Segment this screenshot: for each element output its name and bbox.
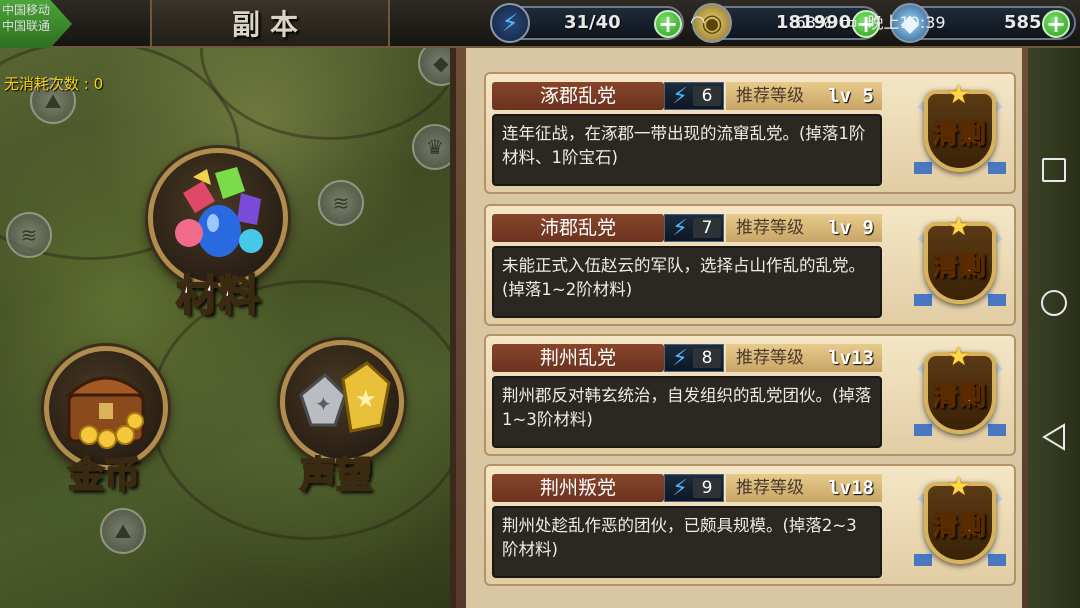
battery-level: 68% bbox=[795, 13, 832, 32]
map-location-marker[interactable]: ⛰ bbox=[100, 508, 146, 554]
lightning-icon: ⚡ bbox=[672, 475, 688, 501]
badges-icon: ✦ ★ bbox=[299, 361, 391, 433]
mission-description: 连年征战，在涿郡一带出现的流窜乱党。(掉落1阶材料、1阶宝石) bbox=[492, 114, 882, 186]
lightning-icon: ⚡ bbox=[672, 215, 688, 241]
sweep-label: 清剿 bbox=[931, 252, 988, 283]
mission-name: 荆州乱党 bbox=[492, 344, 664, 372]
free-attempts-count: 无消耗次数 : 0 bbox=[4, 75, 104, 93]
mission-card[interactable]: 荆州叛党 ⚡ 9 推荐等级 lv18 荆州处趁乱作恶的团伙，已颇具规模。(掉落2… bbox=[484, 464, 1016, 586]
mission-description: 荆州处趁乱作恶的团伙，已颇具规模。(掉落2~3阶材料) bbox=[492, 506, 882, 578]
category-prestige-label: 声望 bbox=[299, 453, 373, 497]
star-icon: ★ bbox=[947, 472, 971, 502]
mission-list[interactable]: 涿郡乱党 ⚡ 6 推荐等级 lv 5 连年征战，在涿郡一带出现的流窜乱党。(掉落… bbox=[466, 48, 1022, 608]
svg-text:✦: ✦ bbox=[315, 392, 332, 416]
add-energy-button[interactable]: + bbox=[654, 10, 682, 38]
category-gold-label: 金币 bbox=[67, 453, 141, 497]
mission-energy-cost: ⚡ 9 bbox=[664, 474, 724, 502]
sweep-button[interactable]: ★ 清剿 bbox=[910, 342, 1010, 450]
recommended-level-label: 推荐等级 bbox=[736, 348, 804, 368]
star-icon: ★ bbox=[947, 80, 971, 110]
recommended-level: 推荐等级 lv18 bbox=[726, 474, 882, 502]
lightning-icon: ⚡ bbox=[672, 345, 688, 371]
mission-name: 荆州叛党 bbox=[492, 474, 664, 502]
energy-cost-value: 6 bbox=[693, 86, 721, 106]
recommended-level-label: 推荐等级 bbox=[736, 478, 804, 498]
carrier-info: 中国移动 中国联通 bbox=[2, 2, 50, 34]
mission-panel: 涿郡乱党 ⚡ 6 推荐等级 lv 5 连年征战，在涿郡一带出现的流窜乱党。(掉落… bbox=[450, 48, 1028, 608]
mission-description: 未能正式入伍赵云的军队，选择占山作乱的乱党。(掉落1~2阶材料) bbox=[492, 246, 882, 318]
svg-text:★: ★ bbox=[355, 385, 377, 413]
dungeon-map: ⛰ ≋ ≋ ♛ ⛰ ◆ 无消耗次数 : 0 材料 金币 ✦ ★ 声望 bbox=[0, 0, 460, 608]
recommended-level-value: lv18 bbox=[828, 477, 874, 499]
lightning-icon: ⚡ bbox=[490, 3, 530, 43]
sweep-button[interactable]: ★ 清剿 bbox=[910, 212, 1010, 320]
carrier-2-label: 中国联通 bbox=[2, 19, 51, 33]
mission-card[interactable]: 涿郡乱党 ⚡ 6 推荐等级 lv 5 连年征战，在涿郡一带出现的流窜乱党。(掉落… bbox=[484, 72, 1016, 194]
sweep-button[interactable]: ★ 清剿 bbox=[910, 472, 1010, 580]
mission-energy-cost: ⚡ 6 bbox=[664, 82, 724, 110]
mission-card[interactable]: 沛郡乱党 ⚡ 7 推荐等级 lv 9 未能正式入伍赵云的军队，选择占山作乱的乱党… bbox=[484, 204, 1016, 326]
system-nav-bar bbox=[1028, 48, 1080, 608]
page-title-banner: 副本 bbox=[150, 0, 390, 46]
sweep-button[interactable]: ★ 清剿 bbox=[910, 80, 1010, 188]
recent-apps-button[interactable] bbox=[1042, 158, 1066, 182]
wifi-icon: ◠ bbox=[690, 12, 706, 33]
energy-cost-value: 9 bbox=[693, 478, 721, 498]
recommended-level-label: 推荐等级 bbox=[736, 218, 804, 238]
add-gems-button[interactable]: + bbox=[1042, 10, 1070, 38]
recommended-level: 推荐等级 lv 5 bbox=[726, 82, 882, 110]
category-materials-label: 材料 bbox=[175, 270, 261, 321]
sweep-label: 清剿 bbox=[931, 120, 988, 151]
recommended-level: 推荐等级 lv13 bbox=[726, 344, 882, 372]
energy-cost-value: 8 bbox=[693, 348, 721, 368]
recommended-level-value: lv 5 bbox=[828, 85, 874, 107]
top-bar: 中国移动 中国联通 副本 ⚡ 31/40 + ◉ 181990 + ◆ 585 … bbox=[0, 0, 1080, 48]
home-button[interactable] bbox=[1041, 290, 1067, 316]
star-icon: ★ bbox=[947, 342, 971, 372]
energy-cost-value: 7 bbox=[693, 218, 721, 238]
recommended-level-value: lv13 bbox=[828, 347, 874, 369]
star-icon: ★ bbox=[947, 212, 971, 242]
mission-card[interactable]: 荆州乱党 ⚡ 8 推荐等级 lv13 荆州郡反对韩玄统治，自发组织的乱党团伙。(… bbox=[484, 334, 1016, 456]
mission-energy-cost: ⚡ 7 bbox=[664, 214, 724, 242]
lightning-icon: ⚡ bbox=[672, 83, 688, 109]
recommended-level-value: lv 9 bbox=[828, 217, 874, 239]
sweep-label: 清剿 bbox=[931, 512, 988, 543]
battery-icon: ▭ bbox=[840, 12, 858, 33]
mission-description: 荆州郡反对韩玄统治，自发组织的乱党团伙。(掉落1~3阶材料) bbox=[492, 376, 882, 448]
energy-value: 31/40 bbox=[564, 12, 621, 33]
recommended-level-label: 推荐等级 bbox=[736, 86, 804, 106]
map-location-marker[interactable]: ≋ bbox=[6, 212, 52, 258]
carrier-1-label: 中国移动 bbox=[2, 3, 51, 17]
mission-energy-cost: ⚡ 8 bbox=[664, 344, 724, 372]
page-title: 副本 bbox=[231, 8, 308, 41]
back-triangle-icon[interactable] bbox=[1040, 422, 1068, 452]
map-location-marker[interactable]: ≋ bbox=[318, 180, 364, 226]
recommended-level: 推荐等级 lv 9 bbox=[726, 214, 882, 242]
sweep-label: 清剿 bbox=[931, 382, 988, 413]
clock: 晚上10:39 bbox=[867, 13, 946, 32]
system-status-bar: ◠ 68% ▭ 晚上10:39 bbox=[690, 9, 946, 33]
gems-value: 585 bbox=[1004, 12, 1042, 33]
mission-name: 涿郡乱党 bbox=[492, 82, 664, 110]
mission-name: 沛郡乱党 bbox=[492, 214, 664, 242]
